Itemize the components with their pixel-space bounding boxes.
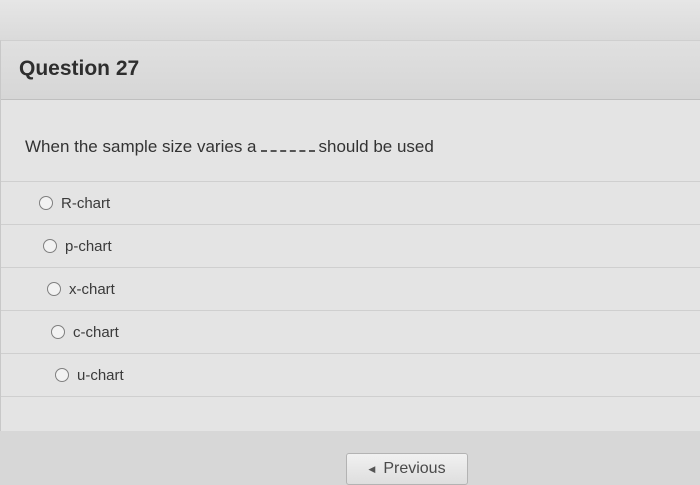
triangle-left-icon: ◀ [368, 463, 376, 474]
option-label: R-chart [61, 194, 111, 212]
top-toolbar-strip [0, 0, 700, 41]
option-u-chart[interactable]: u-chart [1, 353, 700, 397]
option-r-chart[interactable]: R-chart [1, 181, 700, 224]
option-label: c-chart [73, 323, 119, 341]
option-label: p-chart [65, 237, 112, 255]
answer-options: R-chart p-chart x-chart c-chart u-chart [1, 181, 700, 397]
option-label: u-chart [77, 366, 124, 384]
question-text-after: should be used [318, 137, 434, 156]
radio-button[interactable] [51, 325, 65, 339]
option-c-chart[interactable]: c-chart [1, 310, 700, 353]
previous-label: Previous [383, 460, 446, 477]
question-header: Question 27 [1, 41, 700, 100]
previous-button[interactable]: ◀ Previous [346, 453, 468, 485]
question-card: Question 27 When the sample size varies … [0, 40, 700, 431]
radio-button[interactable] [39, 196, 53, 210]
question-text-before: When the sample size varies a [25, 137, 257, 156]
question-text: When the sample size varies a should be u… [25, 137, 434, 157]
question-title: Question 27 [19, 57, 140, 80]
radio-button[interactable] [47, 282, 61, 296]
option-p-chart[interactable]: p-chart [1, 224, 700, 267]
option-x-chart[interactable]: x-chart [1, 267, 700, 310]
radio-button[interactable] [43, 239, 57, 253]
footer: ◀ Previous [0, 431, 700, 485]
answer-blank [260, 144, 315, 152]
radio-button[interactable] [55, 368, 69, 382]
option-label: x-chart [69, 280, 115, 298]
